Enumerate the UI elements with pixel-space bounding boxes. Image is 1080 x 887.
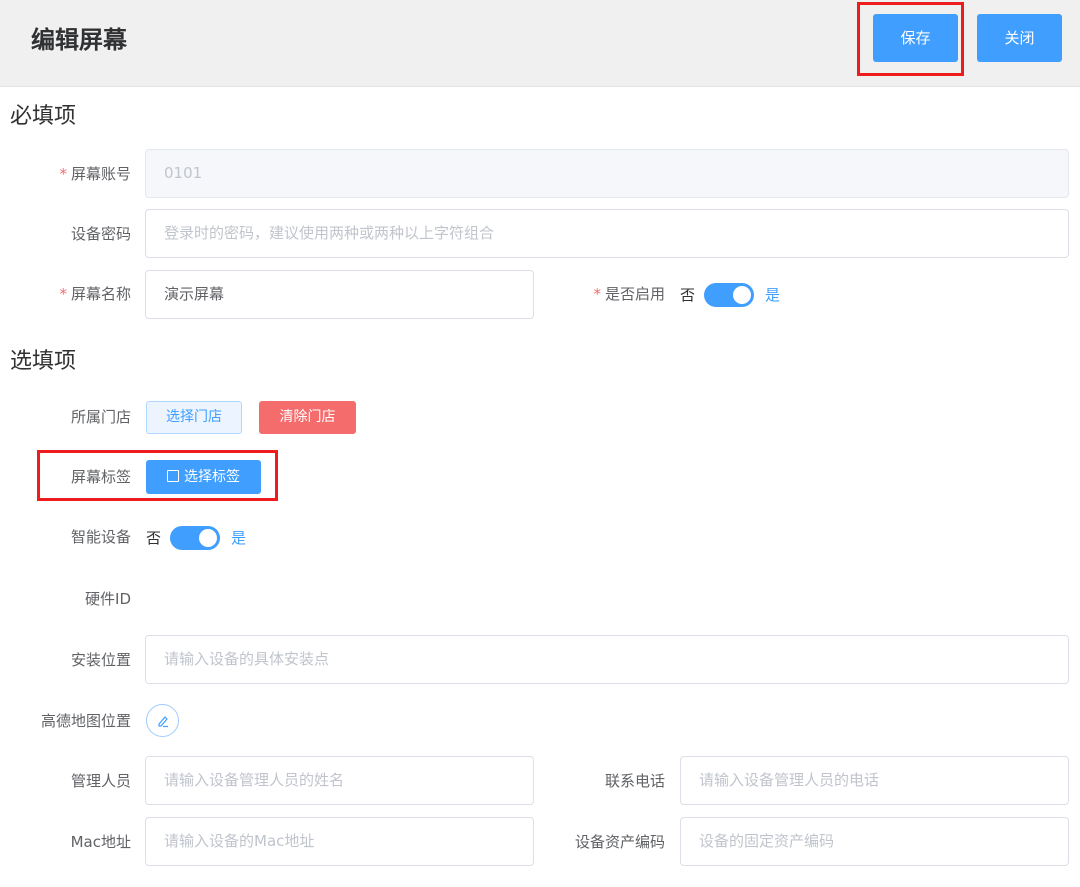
install-location-input[interactable]: 请输入设备的具体安装点 <box>145 635 1069 684</box>
mac-placeholder: 请输入设备的Mac地址 <box>164 832 315 850</box>
hardware-id-label: 硬件ID <box>85 590 131 608</box>
phone-placeholder: 请输入设备管理人员的电话 <box>699 771 880 789</box>
store-label: 所属门店 <box>70 408 131 426</box>
enabled-off-text[interactable]: 否 <box>680 283 695 307</box>
mac-input[interactable]: 请输入设备的Mac地址 <box>145 817 534 866</box>
select-store-button[interactable]: 选择门店 <box>146 401 242 434</box>
edit-location-button[interactable] <box>146 704 179 737</box>
smart-device-label: 智能设备 <box>70 528 131 546</box>
enabled-label: * 是否启用 <box>593 285 665 303</box>
screen-name-value: 演示屏幕 <box>164 285 225 303</box>
clear-store-button[interactable]: 清除门店 <box>259 401 356 434</box>
phone-label: 联系电话 <box>604 772 665 790</box>
screen-name-label: * 屏幕名称 <box>59 285 131 303</box>
phone-input[interactable]: 请输入设备管理人员的电话 <box>680 756 1069 805</box>
select-tags-button[interactable]: 选择标签 <box>146 460 261 494</box>
toggle-knob <box>199 529 218 547</box>
install-location-label: 安装位置 <box>70 651 131 669</box>
enabled-on-text[interactable]: 是 <box>765 283 780 307</box>
required-asterisk: * <box>593 285 601 303</box>
device-password-placeholder: 登录时的密码，建议使用两种或两种以上字符组合 <box>164 224 495 242</box>
manager-label: 管理人员 <box>70 772 131 790</box>
smart-device-on-text[interactable]: 是 <box>231 526 246 550</box>
smart-device-switch-group: 否 是 <box>146 526 246 550</box>
toggle-knob <box>733 286 752 304</box>
required-asterisk: * <box>59 285 67 303</box>
enabled-switch-group: 否 是 <box>680 283 780 307</box>
page-header: 编辑屏幕 保存 关闭 <box>0 0 1080 87</box>
tag-icon <box>167 470 179 482</box>
close-button[interactable]: 关闭 <box>977 14 1062 62</box>
enabled-toggle[interactable] <box>704 283 755 307</box>
screen-account-label: * 屏幕账号 <box>59 165 131 183</box>
save-button[interactable]: 保存 <box>873 14 958 62</box>
screen-account-value: 0101 <box>164 164 203 182</box>
device-password-input[interactable]: 登录时的密码，建议使用两种或两种以上字符组合 <box>145 209 1069 258</box>
asset-code-label: 设备资产编码 <box>574 833 665 851</box>
optional-section-title: 选填项 <box>10 349 77 374</box>
mac-label: Mac地址 <box>70 833 131 851</box>
manager-placeholder: 请输入设备管理人员的姓名 <box>164 771 345 789</box>
device-password-label: 设备密码 <box>70 225 131 243</box>
smart-device-toggle[interactable] <box>170 526 221 550</box>
amap-location-label: 高德地图位置 <box>40 712 131 730</box>
manager-input[interactable]: 请输入设备管理人员的姓名 <box>145 756 534 805</box>
required-asterisk: * <box>59 165 67 183</box>
required-section-title: 必填项 <box>10 104 77 129</box>
pencil-icon <box>157 715 168 727</box>
screen-account-input[interactable]: 0101 <box>145 149 1069 198</box>
asset-code-input[interactable]: 设备的固定资产编码 <box>680 817 1069 866</box>
screen-name-input[interactable]: 演示屏幕 <box>145 270 534 319</box>
tags-label: 屏幕标签 <box>70 468 131 486</box>
smart-device-off-text[interactable]: 否 <box>146 526 161 550</box>
install-location-placeholder: 请输入设备的具体安装点 <box>164 650 330 668</box>
asset-code-placeholder: 设备的固定资产编码 <box>699 832 835 850</box>
page-title: 编辑屏幕 <box>31 26 127 54</box>
